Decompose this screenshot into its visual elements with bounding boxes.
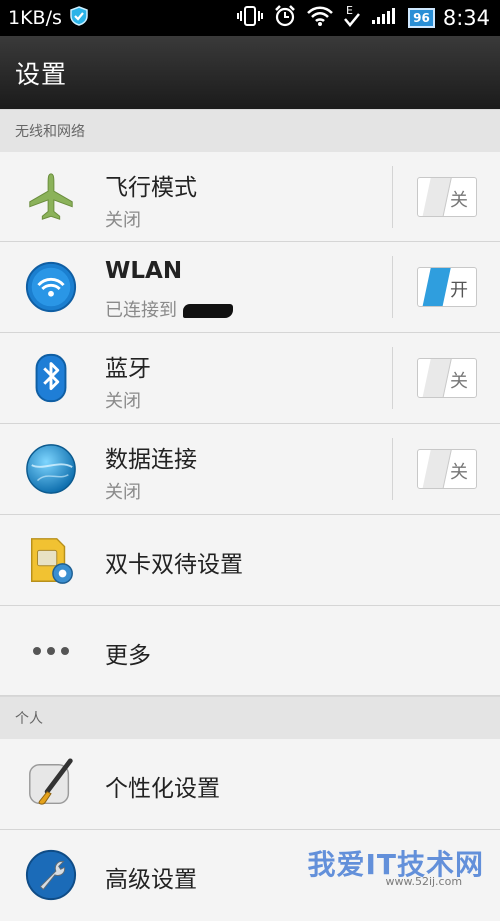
clock: 8:34 xyxy=(442,6,490,30)
item-label: 双卡双待设置 xyxy=(105,552,243,578)
section-header-wireless: 无线和网络 xyxy=(0,109,500,153)
wifi-globe-icon xyxy=(24,260,78,314)
mobile-data-toggle[interactable]: 关 xyxy=(417,449,477,489)
redacted-ssid xyxy=(183,304,233,318)
item-label: 个性化设置 xyxy=(105,776,220,802)
wifi-icon xyxy=(306,5,334,31)
watermark-url: www.52ij.com xyxy=(385,875,463,888)
alarm-icon xyxy=(272,4,298,32)
bluetooth-toggle[interactable]: 关 xyxy=(417,358,477,398)
item-status: 关闭 xyxy=(105,210,141,231)
shield-check-icon xyxy=(68,5,90,32)
item-divider xyxy=(392,347,393,409)
settings-item-mobile-data[interactable]: 数据连接 关闭 关 xyxy=(0,424,500,515)
wrench-icon xyxy=(24,848,78,902)
settings-item-wlan[interactable]: WLAN 已连接到 开 xyxy=(0,242,500,333)
item-status: 关闭 xyxy=(105,391,141,412)
item-label: WLAN xyxy=(105,258,183,284)
item-label: 飞行模式 xyxy=(105,175,197,201)
svg-text:E: E xyxy=(346,4,353,17)
edge-data-icon: E xyxy=(342,3,362,33)
toggle-text: 关 xyxy=(450,371,468,392)
section-label: 无线和网络 xyxy=(15,124,85,140)
toggle-text: 关 xyxy=(450,462,468,483)
section-label: 个人 xyxy=(15,711,43,727)
airplane-toggle[interactable]: 关 xyxy=(417,177,477,217)
title-bar: 设置 xyxy=(0,36,500,109)
airplane-icon xyxy=(24,170,78,224)
wlan-toggle[interactable]: 开 xyxy=(417,267,477,307)
settings-item-bluetooth[interactable]: 蓝牙 关闭 关 xyxy=(0,333,500,424)
item-label: 更多 xyxy=(105,643,151,669)
settings-item-dual-sim[interactable]: 双卡双待设置 xyxy=(0,515,500,606)
item-divider xyxy=(392,256,393,318)
item-status-text: 已连接到 xyxy=(105,300,177,321)
item-status: 已连接到 xyxy=(105,296,233,322)
item-divider xyxy=(392,166,393,228)
page-title: 设置 xyxy=(15,59,68,89)
sim-card-gear-icon xyxy=(24,533,78,587)
item-divider xyxy=(392,438,393,500)
more-dots-icon xyxy=(24,624,78,678)
item-label: 蓝牙 xyxy=(105,356,151,382)
settings-item-more[interactable]: 更多 xyxy=(0,606,500,696)
settings-item-airplane[interactable]: 飞行模式 关闭 关 xyxy=(0,152,500,242)
globe-icon xyxy=(24,442,78,496)
watermark-logo: 我爱IT技术网 www.52ij.com xyxy=(307,843,484,888)
settings-item-personalize[interactable]: 个性化设置 xyxy=(0,739,500,830)
section-header-personal: 个人 xyxy=(0,696,500,740)
network-speed: 1KB/s xyxy=(8,7,62,29)
toggle-text: 开 xyxy=(450,280,468,301)
battery-indicator: 96 xyxy=(408,8,435,28)
item-label: 数据连接 xyxy=(105,447,197,473)
paintbrush-icon xyxy=(24,757,78,811)
signal-icon xyxy=(370,6,400,30)
toggle-text: 关 xyxy=(450,190,468,211)
bluetooth-icon xyxy=(24,351,78,405)
status-bar: 1KB/s E 96 8:34 xyxy=(0,0,500,36)
item-status: 关闭 xyxy=(105,482,141,503)
vibrate-icon xyxy=(236,5,264,31)
